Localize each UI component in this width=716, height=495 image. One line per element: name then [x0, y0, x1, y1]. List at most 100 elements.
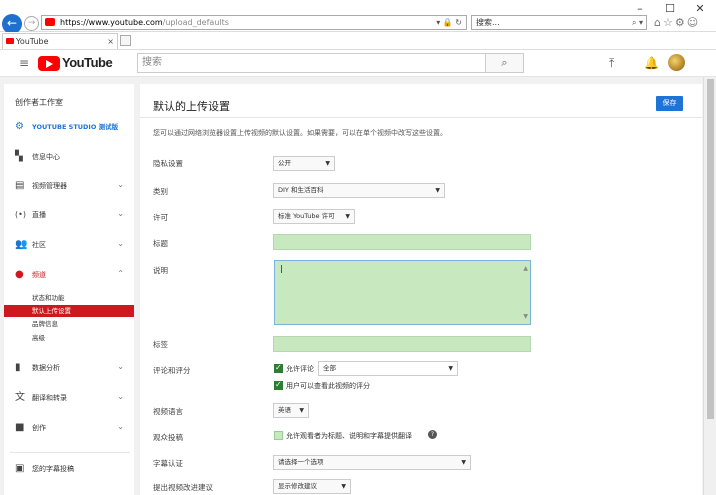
chevron-down-icon: ⌄ [117, 180, 124, 189]
suggest-value: 显示修改建议 [278, 482, 317, 490]
video-language-select[interactable]: 英语 ▼ [273, 403, 309, 418]
license-select[interactable]: 标准 YouTube 许可 ▼ [273, 209, 355, 224]
sidebar-divider [10, 452, 130, 453]
sidebar-item-channel[interactable]: ● 频道 ⌃ [4, 268, 134, 282]
video-language-label: 视频语言 [153, 407, 183, 416]
video-language-value: 英语 [278, 406, 291, 414]
dropdown-arrow-icon: ▼ [435, 187, 440, 194]
sidebar-item-community[interactable]: 👥 社区 ⌄ [4, 238, 134, 252]
allow-comments-label: 允许评论 [286, 365, 314, 373]
page-title: 默认的上传设置 [153, 100, 230, 113]
back-icon[interactable]: ← [2, 14, 22, 34]
dropdown-arrow-icon: ▼ [461, 459, 466, 466]
caption-cert-label: 字幕认证 [153, 459, 183, 468]
dropdown-arrow-icon: ▼ [448, 365, 453, 372]
chevron-down-icon: ⌄ [117, 362, 124, 371]
channel-icon: ● [15, 269, 24, 280]
sidebar-item-create[interactable]: ■ 创作 ⌄ [4, 421, 134, 435]
close-window-icon[interactable]: ✕ [693, 2, 707, 15]
dropdown-arrow-icon: ▼ [299, 407, 304, 414]
sidebar-item-video-manager[interactable]: ▤ 视频管理器 ⌄ [4, 179, 134, 193]
menu-icon[interactable]: ≡ [19, 56, 29, 70]
yt-search-button[interactable]: ⌕ [485, 53, 524, 73]
bell-icon[interactable]: 🔔 [644, 56, 659, 70]
youtube-logo-text[interactable]: YouTube [62, 55, 113, 70]
chevron-down-icon: ⌄ [117, 392, 124, 401]
tags-input[interactable] [273, 336, 531, 352]
sidebar-item-analytics[interactable]: ▮ 数据分析 ⌄ [4, 361, 134, 375]
dropdown-arrow-icon: ▼ [345, 213, 350, 220]
search-icon[interactable]: ⌕ ▾ [632, 16, 643, 29]
lock-refresh-icon[interactable]: ▾ 🔒 ↻ [436, 16, 462, 29]
scroll-up-icon[interactable]: ▲ [523, 265, 528, 272]
sidebar-item-studio-beta[interactable]: ⚙ YOUTUBE STUDIO 测试版 [4, 120, 134, 134]
community-text: 允许观看者为标题、说明和字幕提供翻译 [286, 432, 412, 440]
suggest-label: 提出视频改进建议 [153, 483, 213, 492]
category-select[interactable]: DIY 和生活百科 ▼ [273, 183, 445, 198]
avatar[interactable] [668, 54, 685, 71]
minimize-icon[interactable]: – [633, 2, 647, 15]
text-cursor [281, 265, 282, 273]
video-manager-icon: ▤ [15, 180, 25, 191]
chevron-down-icon: ⌄ [117, 239, 124, 248]
scrollbar[interactable] [703, 77, 716, 495]
save-button[interactable]: 保存 [656, 96, 683, 111]
community-icon: 👥 [15, 239, 28, 250]
chevron-down-icon: ⌄ [117, 209, 124, 218]
description-label: 说明 [153, 266, 168, 275]
community-label: 观众投稿 [153, 433, 183, 442]
sidebar-item-translations[interactable]: 文 翻译和转录 ⌄ [4, 391, 134, 405]
browser-tab[interactable]: YouTube × [2, 33, 118, 49]
close-tab-icon[interactable]: × [107, 34, 114, 49]
comments-select[interactable]: 全部 ▼ [318, 361, 458, 376]
sidebar-title: 创作者工作室 [15, 98, 63, 107]
help-icon[interactable]: ? [428, 430, 437, 439]
dropdown-arrow-icon: ▼ [325, 160, 330, 167]
sidebar-item-subtitle-contrib[interactable]: ▣ 您的字幕投稿 [4, 462, 134, 476]
new-tab-button[interactable] [120, 35, 131, 46]
dashboard-icon: ▚ [15, 151, 23, 162]
license-value: 标准 YouTube 许可 [278, 212, 335, 220]
maximize-icon[interactable]: ☐ [663, 2, 677, 15]
forward-icon[interactable]: → [24, 16, 39, 31]
scroll-down-icon[interactable]: ▼ [523, 313, 528, 320]
tab-favicon-icon [6, 38, 14, 44]
sidebar-sub-branding[interactable]: 品牌信息 [4, 318, 134, 330]
sidebar-item-live[interactable]: (•) 直播 ⌄ [4, 208, 134, 222]
sidebar-sub-advanced[interactable]: 高级 [4, 332, 134, 344]
caption-cert-select[interactable]: 请选择一个选项 ▼ [273, 455, 471, 470]
community-checkbox[interactable] [274, 431, 283, 440]
youtube-logo-icon[interactable] [38, 56, 60, 71]
view-ratings-label: 用户可以查看此视频的评分 [286, 382, 370, 390]
description-textarea[interactable]: ▲ ▼ [274, 260, 531, 325]
privacy-select[interactable]: 公开 ▼ [273, 156, 335, 171]
address-bar[interactable]: https://www.youtube.com/upload_defaults … [41, 15, 467, 30]
category-value: DIY 和生活百科 [278, 186, 324, 194]
suggest-select[interactable]: 显示修改建议 ▼ [273, 479, 351, 494]
dropdown-arrow-icon: ▼ [341, 483, 346, 490]
view-ratings-checkbox[interactable] [274, 380, 283, 390]
address-path: /upload_defaults [162, 18, 229, 27]
gear-icon: ⚙ [15, 121, 24, 132]
subtitles-icon: ▣ [15, 463, 25, 474]
sidebar-sub-upload-defaults[interactable]: 默认上传设置 [4, 305, 134, 317]
comments-label: 评论和评分 [153, 366, 191, 375]
chevron-down-icon: ⌄ [117, 422, 124, 431]
address-domain: https://www.youtube.com [60, 18, 163, 27]
upload-icon[interactable]: ⤒ [609, 56, 614, 71]
scrollbar-thumb[interactable] [707, 79, 714, 419]
title-divider [140, 117, 702, 118]
title-input[interactable] [273, 234, 531, 250]
allow-comments-checkbox[interactable] [274, 363, 283, 373]
yt-search-input[interactable]: 搜索 [137, 53, 486, 73]
browser-search-input[interactable]: 搜索... ⌕ ▾ [471, 15, 647, 30]
category-label: 类别 [153, 187, 168, 196]
browser-toolbar-icons[interactable]: ⌂☆⚙☺ [654, 16, 700, 29]
sidebar-sub-status[interactable]: 状态和功能 [4, 292, 134, 304]
analytics-icon: ▮ [15, 362, 21, 373]
privacy-value: 公开 [278, 159, 291, 167]
intro-text: 您可以通过网络浏览器设置上传视频的默认设置。如果需要，可以在单个视频中改写这些设… [153, 129, 447, 137]
tab-title: YouTube [16, 37, 49, 46]
sidebar-item-dashboard[interactable]: ▚ 信息中心 [4, 150, 134, 164]
caption-cert-value: 请选择一个选项 [278, 458, 324, 466]
